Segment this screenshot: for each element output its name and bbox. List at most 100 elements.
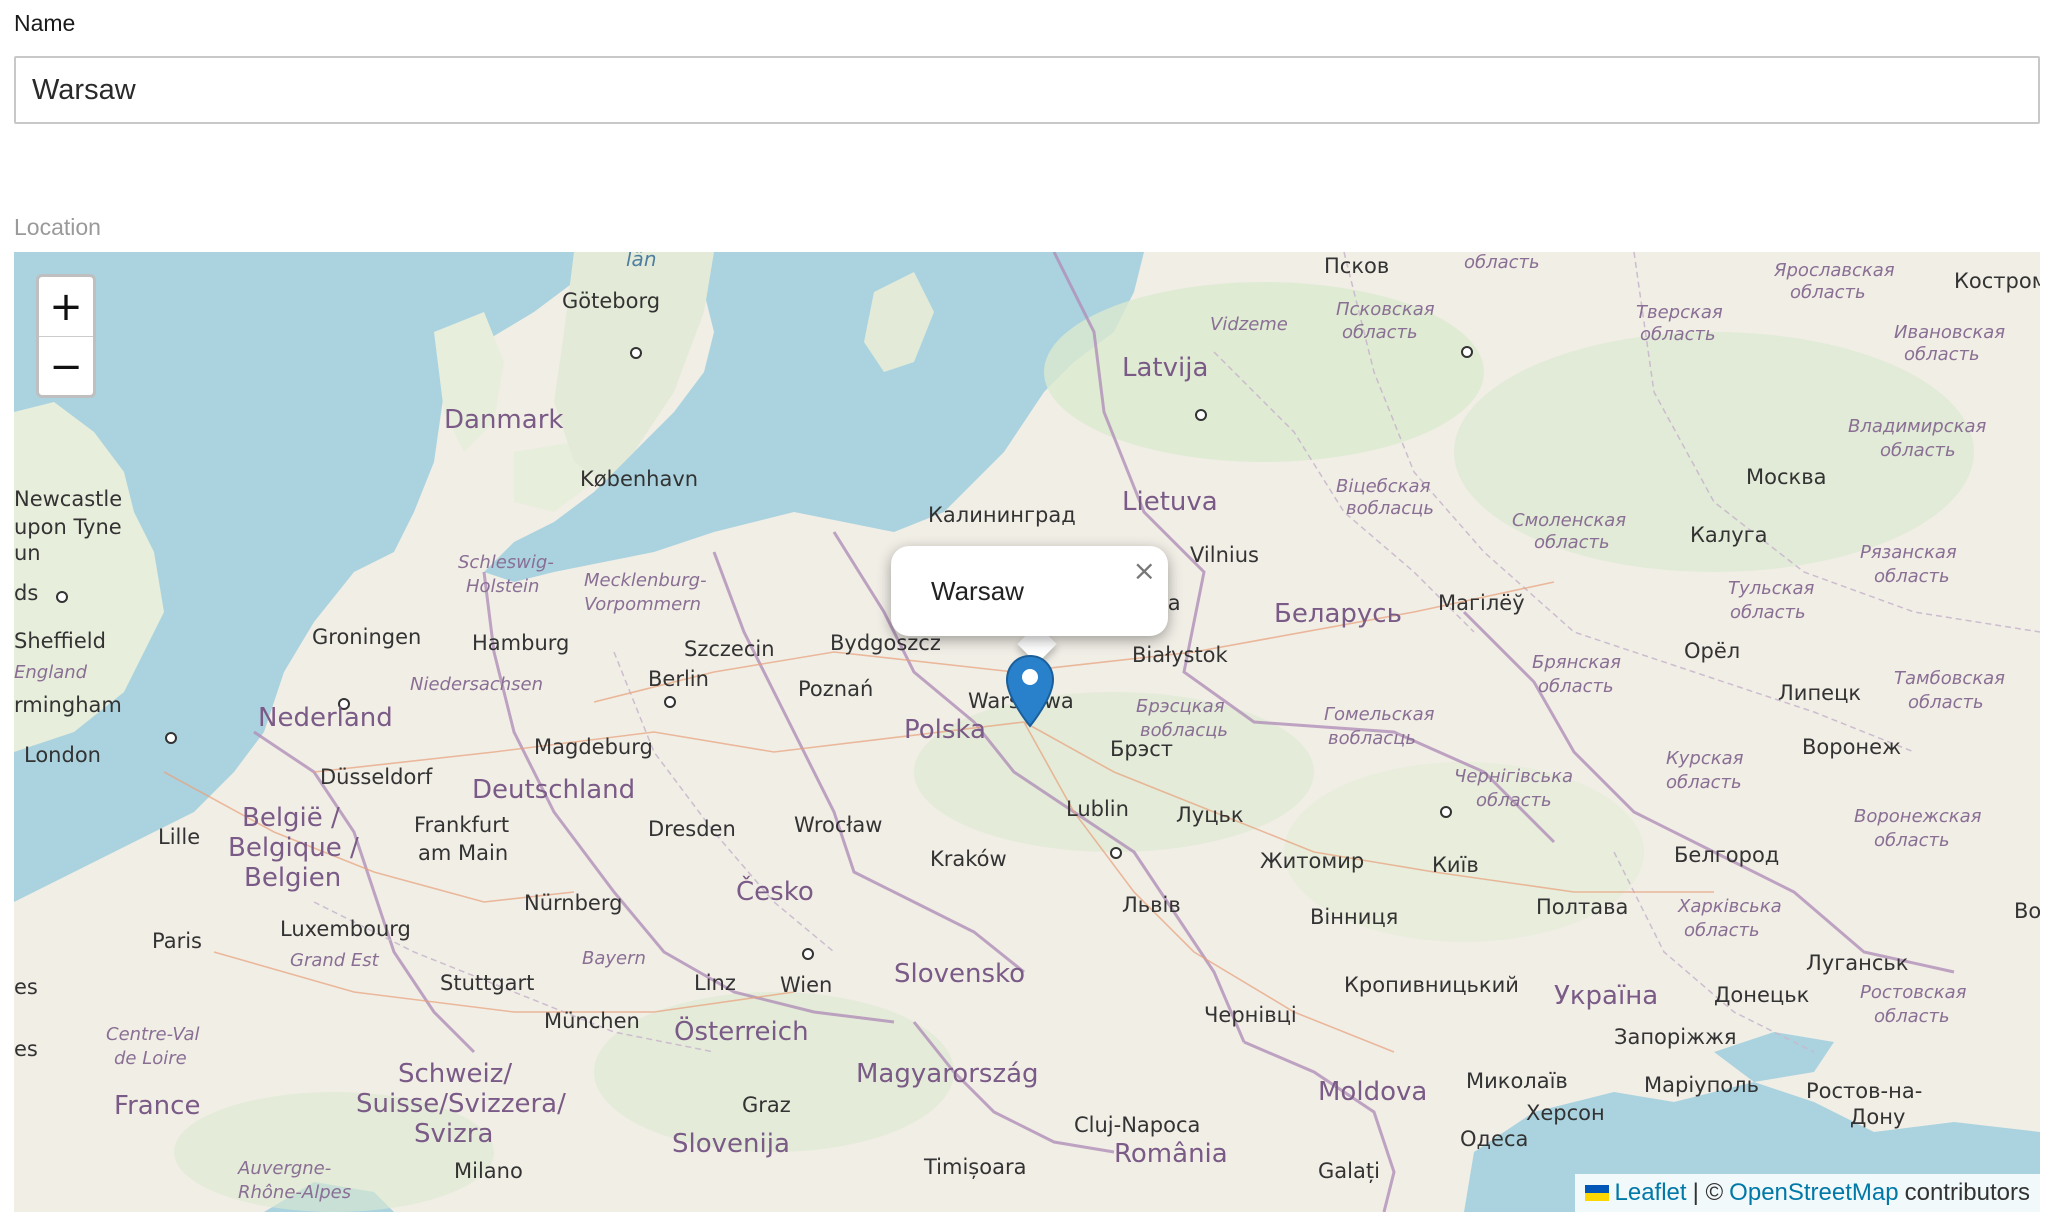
map-label-luxembourg: Luxembourg [280, 917, 411, 941]
map-label-yaroslavl-2: область [1790, 282, 1866, 303]
map-label-centre-2: de Loire [114, 1048, 187, 1069]
map-label-smolensk: Смоленская [1512, 510, 1626, 531]
map-label-cluj: Cluj-Napoca [1074, 1113, 1200, 1137]
map-label-mogilev: Магілёў [1438, 591, 1525, 615]
map-label-szczecin: Szczecin [684, 637, 775, 661]
map-label-vitebsk-2: вобласць [1346, 498, 1434, 519]
map-attribution: Leaflet | © OpenStreetMap contributors [1574, 1174, 2040, 1212]
map-label-nurnberg: Nürnberg [524, 891, 622, 915]
map-label-sheffield: Sheffield [14, 629, 106, 653]
map-label-lipetsk: Липецк [1778, 681, 1861, 705]
map-label-cesko: Česko [736, 875, 814, 907]
map-label-schleswig-2: Holstein [466, 576, 539, 597]
map-label-romania: România [1114, 1139, 1228, 1169]
map-label-ds: ds [14, 581, 38, 605]
map-label-nederland: Nederland [258, 703, 393, 733]
map-label-pskov-obl-2: область [1342, 322, 1418, 343]
map-label-gomel: Гомельская [1324, 704, 1435, 725]
map-label-oblast: область [1464, 252, 1540, 273]
map-label-lille: Lille [158, 825, 200, 849]
map-label-grand-est: Grand Est [290, 950, 380, 971]
map-label-lutsk: Луцьк [1176, 803, 1244, 827]
openstreetmap-link[interactable]: OpenStreetMap [1729, 1179, 1898, 1207]
map-label-krakow: Kraków [930, 847, 1007, 871]
map-label-berlin: Berlin [648, 667, 709, 691]
map-label-schleswig: Schleswig- [458, 552, 554, 573]
map-label-mecklenburg-2: Vorpommern [584, 594, 701, 615]
map-label-wien: Wien [780, 973, 832, 997]
map-label-belgie-2: Belgique / [228, 833, 359, 863]
map-label-un: un [14, 541, 41, 565]
map-label-hamburg: Hamburg [472, 631, 569, 655]
map-label-poznan: Poznań [798, 677, 873, 701]
map-label-vladimir-2: область [1880, 440, 1956, 461]
map-label-milano: Milano [454, 1159, 523, 1183]
map-label-vitebsk: Віцебская [1336, 476, 1431, 497]
name-input[interactable] [14, 56, 2040, 124]
map-label-frankfurt-2: am Main [418, 841, 508, 865]
map-label-lietuva: Lietuva [1122, 487, 1218, 517]
map-label-vinnytsia: Вінниця [1310, 905, 1398, 929]
map-label-france: France [114, 1091, 200, 1121]
zoom-out-button[interactable]: − [39, 337, 93, 396]
leaflet-link[interactable]: Leaflet [1615, 1179, 1687, 1207]
zoom-in-button[interactable]: + [39, 277, 93, 337]
map-label-poltava: Полтава [1536, 895, 1628, 919]
map-label-bryansk: Брянская [1532, 652, 1621, 673]
map-label-rostov-2: Дону [1850, 1105, 1905, 1129]
map-label-kharkiv-2: область [1684, 920, 1760, 941]
location-map[interactable]: Псков область Ярославская область Костро… [14, 252, 2040, 1212]
map-label-voronezh: Воронеж [1802, 735, 1901, 759]
map-label-kropyvnytskyi: Кропивницький [1344, 973, 1519, 997]
map-label-centre: Centre-Val [106, 1024, 200, 1045]
map-label-tver: Тверская [1636, 302, 1723, 323]
popup-content: Warsaw [931, 576, 1024, 606]
map-label-zhytomyr: Житомир [1260, 849, 1364, 873]
map-label-dusseldorf: Düsseldorf [320, 765, 433, 789]
map-label-deutschland: Deutschland [472, 775, 635, 805]
map-label-munchen: München [544, 1009, 640, 1033]
map-label-chernigov-2: область [1476, 790, 1552, 811]
map-label-chernigov: Чернігівська [1454, 766, 1573, 787]
map-label-kyiv: Київ [1432, 853, 1479, 877]
map-label-birmingham: rmingham [14, 693, 122, 717]
map-label-kherson: Херсон [1526, 1101, 1605, 1125]
map-label-lviv: Львів [1122, 893, 1181, 917]
map-label-bialystok: Białystok [1132, 643, 1229, 667]
map-label-rostov-obl: Ростовская [1860, 982, 1967, 1003]
map-label-ukraina: Україна [1554, 981, 1658, 1011]
map-label-slovenija: Slovenija [672, 1129, 790, 1159]
map-label-ivanovo-2: область [1904, 344, 1980, 365]
map-label-es2: es [14, 1037, 38, 1061]
map-label-pskov: Псков [1324, 254, 1389, 278]
map-label-newcastle: Newcastle [14, 487, 122, 511]
map-label-danmark: Danmark [444, 405, 563, 435]
map-label-tambov: Тамбовская [1894, 668, 2005, 689]
map-label-linz: Linz [694, 971, 736, 995]
map-label-es1: es [14, 975, 38, 999]
map-label-polska: Polska [904, 715, 986, 745]
map-label-paris: Paris [152, 929, 202, 953]
location-marker-icon[interactable] [1005, 654, 1055, 728]
map-label-lublin: Lublin [1066, 797, 1129, 821]
map-label-belgie-3: Belgien [244, 863, 341, 893]
map-label-osterreich: Österreich [674, 1015, 809, 1047]
map-label-bo: Bo [2014, 899, 2040, 923]
map-label-belarus: Беларусь [1274, 599, 1402, 629]
popup-close-button[interactable]: × [1133, 554, 1156, 587]
map-label-tver-2: область [1640, 324, 1716, 345]
map-label-niedersachsen: Niedersachsen [410, 674, 543, 695]
map-label-vidzeme: Vidzeme [1210, 314, 1288, 335]
map-label-schweiz: Schweiz/ [398, 1059, 512, 1089]
map-label-magdeburg: Magdeburg [534, 735, 653, 759]
map-label-chernivtsi: Чернівці [1204, 1003, 1297, 1027]
map-label-rostov-obl-2: область [1874, 1006, 1950, 1027]
marker-popup: Warsaw × [891, 546, 1168, 636]
map-label-vladimir: Владимирская [1848, 416, 1987, 437]
map-tiles[interactable]: Псков область Ярославская область Костро… [14, 252, 2040, 1212]
map-label-zaporizhzhia: Запоріжжя [1614, 1025, 1737, 1049]
map-label-magyarorszag: Magyarország [856, 1059, 1039, 1089]
map-label-odesa: Одеса [1460, 1127, 1528, 1151]
map-label-frankfurt: Frankfurt [414, 813, 509, 837]
map-label-galati: Galați [1318, 1159, 1380, 1183]
